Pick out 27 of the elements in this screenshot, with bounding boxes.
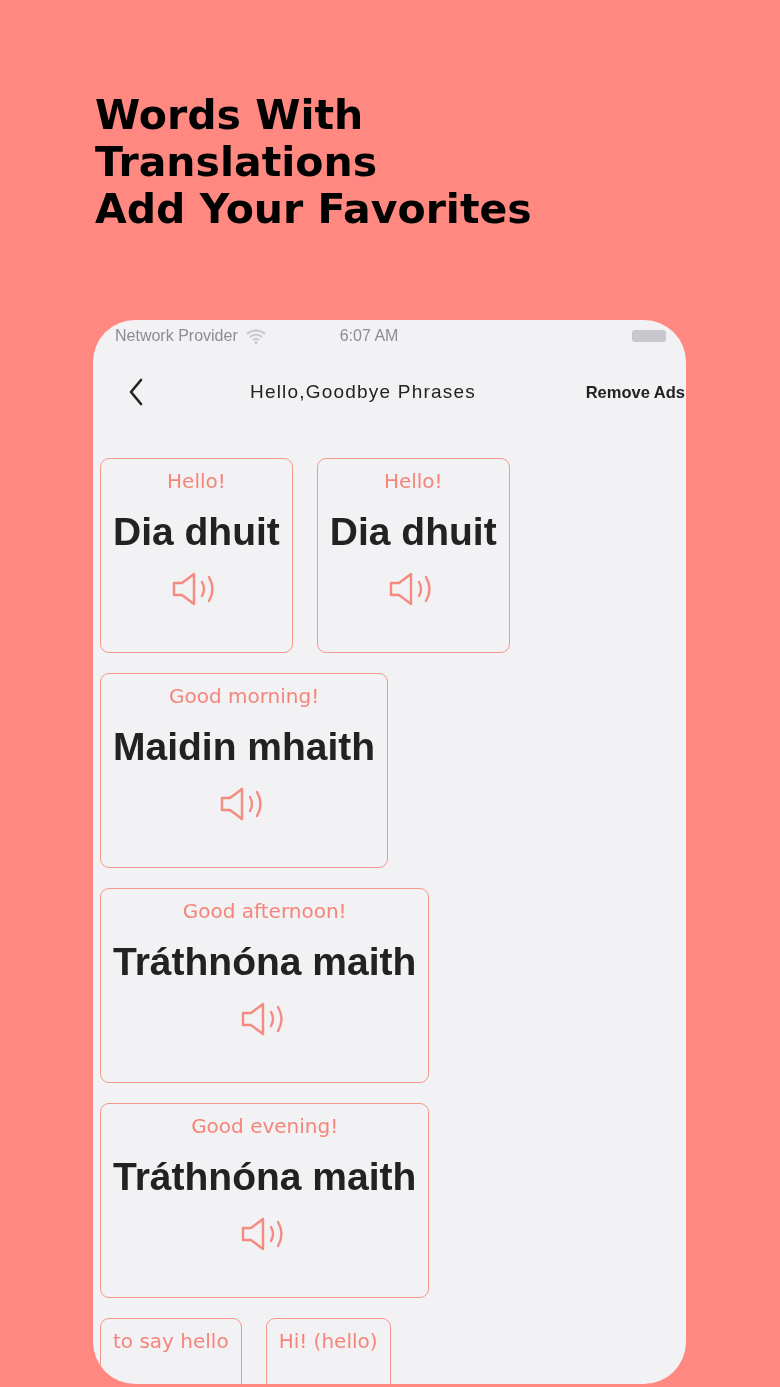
back-icon[interactable]	[128, 378, 144, 406]
battery-icon	[632, 330, 666, 342]
phrase-card[interactable]: Good evening! Tráthnóna maith	[100, 1103, 430, 1298]
translation-text: Good morning!	[168, 684, 320, 708]
phrase-card[interactable]: Hello! Dia dhuit	[316, 458, 510, 653]
phrase-card[interactable]: Good morning! Maidin mhaith	[100, 673, 389, 868]
phrase-text: Dia dhuit	[329, 509, 497, 555]
phrase-card[interactable]: Hello! Dia dhuit	[100, 458, 293, 653]
wifi-icon	[245, 328, 266, 344]
headline: Words With	[95, 92, 364, 139]
headline: Translations	[95, 139, 378, 186]
phrase-text: Dia dhuit	[113, 509, 280, 555]
translation-text: Good evening!	[191, 1114, 339, 1138]
translation-text: Hi! (hello)	[278, 1329, 378, 1353]
translation-text: Hello!	[167, 469, 226, 493]
translation-text: to say hello	[113, 1329, 229, 1353]
phrase-card[interactable]: Good afternoon! Tráthnóna maith	[100, 888, 430, 1083]
status-time: 6:07 AM	[339, 327, 399, 345]
phrase-text: Tráthnóna maith	[113, 939, 417, 985]
carrier-name: Network Provider	[115, 327, 238, 345]
phrase-text: Tráthnóna maith	[113, 1154, 417, 1200]
screen-title: Hello,Goodbye Phrases	[250, 381, 476, 403]
remove-ads-button[interactable]: Remove Ads	[585, 382, 685, 402]
phrase-text: Maidin mhaith	[113, 724, 376, 770]
headline: Add Your Favorites	[95, 186, 532, 233]
translation-text: Hello!	[383, 469, 443, 493]
translation-text: Good afternoon!	[182, 899, 347, 923]
